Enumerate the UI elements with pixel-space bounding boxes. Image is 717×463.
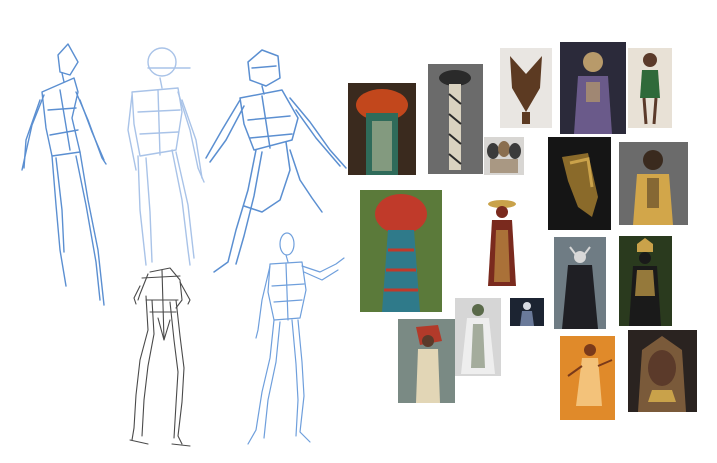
ref-desert-dancer-orange xyxy=(560,336,615,420)
ref-red-hair-warrior-profile xyxy=(398,319,455,403)
ref-illustrated-girl-standing xyxy=(628,48,672,128)
anatomy-figure-gray-front xyxy=(129,267,191,447)
reference-board-canvas xyxy=(0,0,717,463)
ref-tall-round-headdress xyxy=(360,190,442,312)
ref-carved-mask-sculpture xyxy=(500,48,552,128)
ref-small-dark-figure xyxy=(510,298,544,326)
ref-warrior-woman-armor xyxy=(560,42,626,134)
ref-horned-dark-sorceress xyxy=(554,237,606,329)
gesture-figure-blue-standing xyxy=(21,43,107,306)
ref-three-small-masks xyxy=(484,137,524,175)
ref-beaded-staff xyxy=(428,64,483,174)
ref-feather-headdress-costume xyxy=(348,83,416,175)
ref-braided-woman-gold-armor xyxy=(619,142,688,225)
gesture-figure-lightblue-standing xyxy=(127,47,205,266)
anatomy-figure-blue-front xyxy=(247,232,345,445)
ref-hooded-woman-portrait xyxy=(628,330,697,412)
ref-gold-bird-mask-dark xyxy=(548,137,611,230)
ref-golden-crown-warrior xyxy=(619,236,672,326)
ref-white-robed-figure xyxy=(455,298,501,376)
gesture-figure-blue-action-pose xyxy=(205,49,347,273)
ref-robed-figure-headdress xyxy=(476,196,528,288)
